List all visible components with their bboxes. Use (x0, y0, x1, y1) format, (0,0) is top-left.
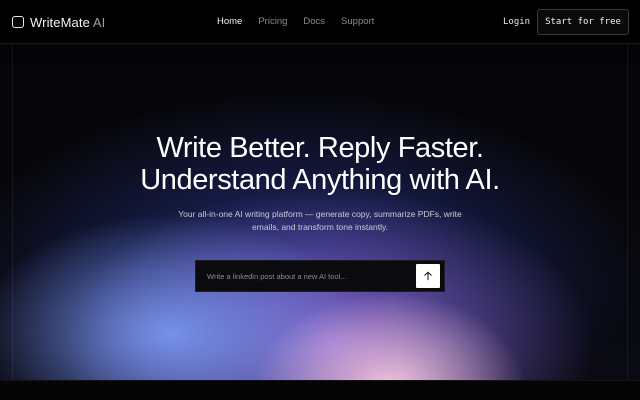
next-section-edge (0, 380, 640, 400)
arrow-up-icon (424, 271, 432, 281)
nav-links: Home Pricing Docs Support (217, 14, 390, 30)
prompt-box (195, 260, 445, 292)
hero-headline: Write Better. Reply Faster. Understand A… (0, 132, 640, 196)
prompt-input[interactable] (196, 260, 416, 292)
send-button[interactable] (416, 264, 440, 288)
guide-line-left (12, 44, 13, 380)
nav-link-pricing[interactable]: Pricing (258, 14, 287, 30)
brand[interactable]: WriteMate AI (12, 13, 105, 31)
hero-subtitle: Your all-in-one AI writing platform — ge… (178, 209, 462, 232)
hero-section: Write Better. Reply Faster. Understand A… (0, 44, 640, 380)
nav-link-docs[interactable]: Docs (303, 14, 325, 30)
top-navbar: WriteMate AI Home Pricing Docs Support L… (0, 0, 640, 44)
headline-line-1: Write Better. Reply Faster. (156, 132, 484, 164)
headline-line-2: Understand Anything with AI. (140, 164, 500, 196)
landing-page: WriteMate AI Home Pricing Docs Support L… (0, 0, 640, 400)
nav-link-support[interactable]: Support (341, 14, 374, 30)
logo-icon (12, 16, 24, 28)
brand-suffix: AI (92, 14, 106, 30)
start-for-free-button[interactable]: Start for free (537, 9, 629, 35)
brand-name: WriteMate (30, 14, 90, 30)
login-link[interactable]: Login (503, 14, 530, 30)
nav-link-home[interactable]: Home (217, 14, 242, 30)
guide-line-right (627, 44, 628, 380)
